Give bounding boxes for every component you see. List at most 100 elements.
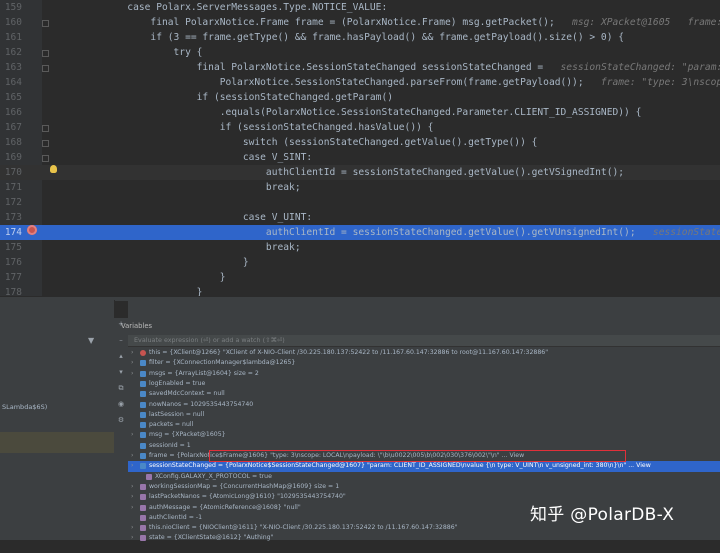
breakpoint-icon[interactable] [27,225,37,235]
highlight-box [209,450,626,462]
remove-watch-icon[interactable]: – [117,336,125,344]
code-line[interactable]: 161 if (3 == frame.getType() && frame.ha… [0,30,720,45]
variable-text: savedMdcContext = null [149,390,225,398]
variable-text: logEnabled = true [149,379,206,387]
code-text: break; [58,182,301,193]
expand-arrow-icon[interactable]: › [131,503,133,513]
code-line[interactable]: 160 final PolarxNotice.Frame frame = (Po… [0,15,720,30]
line-number: 170 [4,167,22,178]
variable-row[interactable]: logEnabled = true [128,379,720,389]
code-text: break; [58,242,301,253]
variable-text: sessionId = 1 [149,441,191,449]
line-number: 160 [4,17,22,28]
variable-row[interactable]: › state = {XClientState@1612} "Authing" [128,533,720,543]
field-icon [140,370,146,377]
variable-row[interactable]: packets = null [128,420,720,430]
line-number: 176 [4,257,22,268]
variable-row[interactable]: › this = {XClient@1266} "XClient of X-NIO… [128,348,720,358]
filter-icon[interactable]: ▼ [88,336,94,345]
expand-arrow-icon[interactable]: › [131,451,133,461]
code-text: authClientId = sessionStateChanged.getVa… [58,167,625,178]
variable-row[interactable]: › msgs = {ArrayList@1604} size = 2 [128,369,720,379]
evaluate-expression-placeholder: Evaluate expression (⏎) or add a watch (… [134,336,285,344]
view-icon[interactable]: ◉ [117,400,125,408]
code-line[interactable]: 177 } [0,270,720,285]
field-icon [140,401,146,408]
fold-marker-icon[interactable] [42,50,49,57]
lightbulb-icon[interactable] [50,165,57,173]
fold-marker-icon[interactable] [42,155,49,162]
expand-arrow-icon[interactable]: › [131,358,133,368]
code-line[interactable]: 176 } [0,255,720,270]
fold-marker-icon[interactable] [42,140,49,147]
variable-text: authClientId = -1 [149,513,203,521]
line-number: 162 [4,47,22,58]
code-text: final PolarxNotice.SessionStateChanged s… [58,62,720,73]
code-line[interactable]: 165 if (sessionStateChanged.getParam() [0,90,720,105]
code-line[interactable]: 164 PolarxNotice.SessionStateChanged.par… [0,75,720,90]
variable-row[interactable]: › filter = {XConnectionManager$lambda@126… [128,358,720,368]
expand-arrow-icon[interactable]: › [131,369,133,379]
code-line[interactable]: 171 break; [0,180,720,195]
expand-arrow-icon[interactable]: › [131,348,133,358]
evaluate-expression-input[interactable]: Evaluate expression (⏎) or add a watch (… [128,335,720,347]
code-line[interactable]: 170 authClientId = sessionStateChanged.g… [0,165,720,180]
code-text: case V_SINT: [58,152,313,163]
variable-row[interactable]: › sessionStateChanged = {PolarxNotice$Ses… [128,461,720,472]
variable-text: state = {XClientState@1612} "Authing" [149,534,274,542]
move-down-icon[interactable]: ▾ [117,368,125,376]
variable-row[interactable]: savedMdcContext = null [128,389,720,399]
code-line[interactable]: 166 .equals(PolarxNotice.SessionStateCha… [0,105,720,120]
expand-arrow-icon[interactable]: › [131,430,133,440]
code-line[interactable]: 169 case V_SINT: [0,150,720,165]
fold-marker-icon[interactable] [42,20,49,27]
copy-icon[interactable]: ⧉ [117,384,125,392]
code-line[interactable]: 178 } [0,285,720,296]
code-line[interactable]: 167 if (sessionStateChanged.hasValue()) … [0,120,720,135]
code-text: if (sessionStateChanged.getParam() [58,92,394,103]
line-number: 161 [4,32,22,43]
variable-text: XConfig.GALAXY_X_PROTOCOL = true [155,472,272,480]
expand-arrow-icon[interactable]: › [131,523,133,533]
variable-text: filter = {XConnectionManager$lambda@1265… [149,359,296,367]
variable-row[interactable]: › workingSessionMap = {ConcurrentHashMap@… [128,482,720,492]
code-line[interactable]: 163 final PolarxNotice.SessionStateChang… [0,60,720,75]
code-line[interactable]: 173 case V_UINT: [0,210,720,225]
line-number: 177 [4,272,22,283]
variable-row[interactable]: nowNanos = 1029535443754740 [128,400,720,410]
line-number: 171 [4,182,22,193]
code-text: PolarxNotice.SessionStateChanged.parseFr… [58,77,720,88]
code-text: if (sessionStateChanged.hasValue()) { [58,122,434,133]
code-line[interactable]: 168 switch (sessionStateChanged.getValue… [0,135,720,150]
variable-text: msgs = {ArrayList@1604} size = 2 [149,369,259,377]
code-text: .equals(PolarxNotice.SessionStateChanged… [58,107,642,118]
move-up-icon[interactable]: ▴ [117,352,125,360]
code-line[interactable]: 174 authClientId = sessionStateChanged.g… [0,225,720,240]
variable-text: msg = {XPacket@1605} [149,431,226,439]
expand-arrow-icon[interactable]: › [131,533,133,543]
fold-marker-icon[interactable] [42,125,49,132]
expand-arrow-icon[interactable]: › [131,492,133,502]
static-field-icon [140,535,146,542]
code-line[interactable]: 162 try { [0,45,720,60]
code-line[interactable]: 175 break; [0,240,720,255]
static-field-icon [140,514,146,521]
settings-icon[interactable]: ⚙ [117,416,125,424]
field-icon [140,391,146,398]
static-field-icon [140,504,146,511]
code-line[interactable]: 159 case Polarx.ServerMessages.Type.NOTI… [0,0,720,15]
code-line[interactable]: 172 [0,195,720,210]
line-number: 168 [4,137,22,148]
expand-arrow-icon[interactable]: › [131,461,133,471]
field-icon [140,432,146,439]
variables-title: Variables [121,322,153,330]
variable-row[interactable]: › msg = {XPacket@1605} [128,430,720,440]
fold-marker-icon[interactable] [42,65,49,72]
code-editor[interactable]: 159 case Polarx.ServerMessages.Type.NOTI… [0,0,720,296]
parameter-icon [140,350,146,356]
variable-row[interactable]: XConfig.GALAXY_X_PROTOCOL = true [128,472,720,482]
code-text: authClientId = sessionStateChanged.getVa… [58,227,720,238]
expand-arrow-icon[interactable]: › [131,482,133,492]
variable-row[interactable]: lastSession = null [128,410,720,420]
frame-item[interactable] [0,542,114,553]
